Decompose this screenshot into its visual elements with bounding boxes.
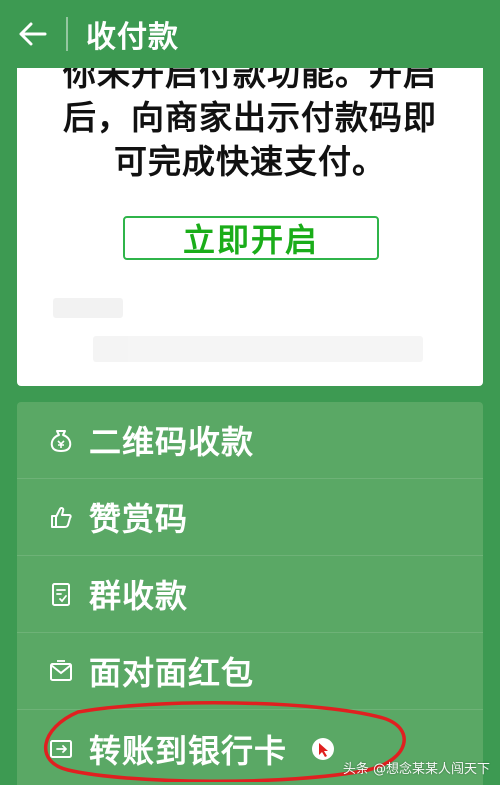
menu-item-qr-collect[interactable]: 二维码收款 [17, 402, 483, 479]
faded-bar [53, 298, 123, 318]
back-arrow-icon [19, 22, 47, 46]
enable-now-button[interactable]: 立即开启 [123, 216, 379, 260]
faded-placeholder [53, 294, 453, 374]
back-button[interactable] [0, 0, 66, 68]
menu-item-label: 群收款 [89, 577, 189, 615]
menu-item-reward-code[interactable]: 赞赏码 [17, 479, 483, 556]
menu-item-group-collect[interactable]: 群收款 [17, 556, 483, 633]
bank-transfer-icon [47, 735, 75, 763]
payment-menu-list: 二维码收款 赞赏码 群收款 面对面红包 转账到银行卡 [17, 402, 483, 785]
payment-code-card: 你未开启付款功能。开启 后，向商家出示付款码即 可完成快速支付。 立即开启 [17, 68, 483, 386]
top-bar: 收付款 [0, 0, 500, 68]
menu-item-label: 转账到银行卡 [89, 731, 288, 770]
money-bag-icon [47, 426, 75, 454]
thumbs-up-icon [47, 503, 75, 531]
notice-line: 你未开启付款功能。开启 [63, 68, 437, 93]
notice-line: 可完成快速支付。 [114, 142, 386, 181]
header-divider [66, 17, 68, 51]
group-bill-icon [47, 580, 75, 608]
faded-bar [93, 336, 423, 362]
menu-item-label: 赞赏码 [89, 500, 189, 538]
menu-item-label: 二维码收款 [89, 423, 255, 461]
source-watermark: 头条 @想念某某人闯天下 [342, 762, 490, 777]
red-envelope-icon [47, 657, 75, 685]
notice-line: 后，向商家出示付款码即 [63, 98, 437, 137]
menu-item-face-to-face-red-packet[interactable]: 面对面红包 [17, 633, 483, 710]
payment-disabled-notice: 你未开启付款功能。开启 后，向商家出示付款码即 可完成快速支付。 [17, 68, 483, 184]
menu-item-label: 面对面红包 [89, 654, 255, 692]
page-title: 收付款 [86, 20, 179, 55]
